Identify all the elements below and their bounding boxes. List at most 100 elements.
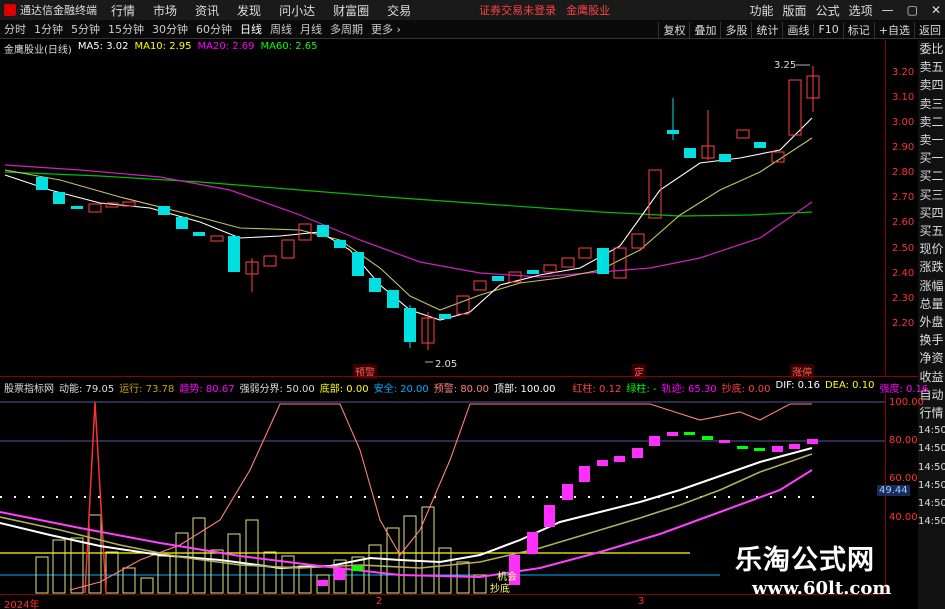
panel-item[interactable]: 卖四 <box>918 76 945 94</box>
candle <box>176 217 188 229</box>
panel-item[interactable]: 卖三 <box>918 95 945 113</box>
more-button[interactable]: 更多 › <box>371 21 401 37</box>
ma-legend: 金鹰股业(日线) MA5: 3.02 MA10: 2.95 MA20: 2.69… <box>4 41 318 56</box>
panel-item[interactable]: 委比 <box>918 40 945 58</box>
indicator-value: 顶部: 100.00 <box>493 384 556 395</box>
candle <box>387 290 399 308</box>
candle <box>667 130 679 134</box>
candle <box>736 129 750 139</box>
indicator-tick: 80.00 <box>889 435 918 446</box>
candle <box>597 248 609 274</box>
menu-quotes[interactable]: 行情 <box>111 2 135 19</box>
tab-30min[interactable]: 30分钟 <box>152 21 188 37</box>
current-value-tag: 49.44 <box>877 485 910 496</box>
panel-item[interactable]: 换手 <box>918 331 945 349</box>
multi-stock-button[interactable]: 多股 <box>720 21 751 38</box>
tab-5min[interactable]: 5分钟 <box>71 21 100 37</box>
menu-options[interactable]: 选项 <box>849 2 873 19</box>
menu-news[interactable]: 资讯 <box>195 2 219 19</box>
panel-item[interactable]: 买五 <box>918 222 945 240</box>
draw-line-button[interactable]: 画线 <box>782 21 813 38</box>
tab-weekly[interactable]: 周线 <box>270 21 292 37</box>
panel-item[interactable]: 买一 <box>918 149 945 167</box>
panel-item[interactable]: 现价 <box>918 240 945 258</box>
app-logo-icon <box>4 4 16 16</box>
indicator-axis: 100.00 80.00 60.00 40.00 49.44 <box>877 394 924 594</box>
maximize-button[interactable]: ▢ <box>907 3 918 17</box>
adjust-button[interactable]: 复权 <box>658 21 689 38</box>
f10-button[interactable]: F10 <box>813 23 842 36</box>
candle <box>456 295 470 315</box>
candle <box>439 314 451 319</box>
tab-daily[interactable]: 日线 <box>240 21 262 37</box>
panel-time: 14:50 <box>918 479 945 491</box>
tab-multi-period[interactable]: 多周期 <box>330 21 363 37</box>
panel-item[interactable]: 涨幅 <box>918 277 945 295</box>
panel-time: 14:50 <box>918 443 945 455</box>
ma10-line <box>4 137 813 311</box>
login-alert[interactable]: 证券交易未登录 <box>479 2 556 18</box>
panel-item[interactable]: 净资 <box>918 349 945 367</box>
low-annotation: 2.05 <box>435 359 457 370</box>
price-tick: 3.20 <box>892 67 915 78</box>
menu-wealth[interactable]: 财富圈 <box>333 2 369 19</box>
candle <box>210 235 224 242</box>
candlestick-chart[interactable]: 3.25 2.05 <box>0 55 885 375</box>
candle <box>473 280 487 291</box>
watermark-url: www.60lt.com <box>752 578 892 599</box>
panel-item[interactable]: 总量 <box>918 295 945 313</box>
indicator-value: 强度: 0.16 <box>879 384 929 395</box>
panel-item[interactable]: 卖五 <box>918 58 945 76</box>
panel-item[interactable]: 买四 <box>918 204 945 222</box>
menu-discover[interactable]: 发现 <box>237 2 261 19</box>
stats-button[interactable]: 统计 <box>751 21 782 38</box>
close-button[interactable]: ✕ <box>931 3 941 17</box>
candle <box>158 206 170 215</box>
tab-1min[interactable]: 1分钟 <box>34 21 63 37</box>
indicator-value: 抄底: 0.00 <box>721 384 771 395</box>
back-button[interactable]: 返回 <box>914 21 945 38</box>
tab-15min[interactable]: 15分钟 <box>108 21 144 37</box>
panel-item[interactable]: 卖二 <box>918 113 945 131</box>
ma10-label: MA10: 2.95 <box>134 41 192 52</box>
panel-item[interactable]: 涨跌 <box>918 258 945 276</box>
spike-line <box>84 401 107 594</box>
price-axis: 3.20 3.10 3.00 2.90 2.80 2.70 2.60 2.50 … <box>885 40 918 375</box>
overlay-button[interactable]: 叠加 <box>689 21 720 38</box>
minimize-button[interactable]: — <box>882 3 894 17</box>
panel-item[interactable]: 买二 <box>918 167 945 185</box>
candle <box>613 247 627 279</box>
candle <box>578 247 592 259</box>
date-tick: 2024年 <box>4 600 40 609</box>
date-tick: 2 <box>376 596 383 607</box>
price-tick: 3.10 <box>892 92 915 103</box>
price-tick: 2.40 <box>892 268 915 279</box>
menu-ask[interactable]: 问小达 <box>279 2 315 19</box>
ma20-line <box>4 164 813 278</box>
menu-market[interactable]: 市场 <box>153 2 177 19</box>
indicator-name[interactable]: 股票指标网 <box>4 380 54 395</box>
price-tick: 2.20 <box>892 318 915 329</box>
ma60-label: MA60: 2.65 <box>260 41 318 52</box>
date-tick: 3 <box>638 596 645 607</box>
mark-button[interactable]: 标记 <box>842 21 874 38</box>
menu-formula[interactable]: 公式 <box>816 2 840 19</box>
menu-layout[interactable]: 版面 <box>783 2 807 19</box>
title-bar: 通达信金融终端 行情 市场 资讯 发现 问小达 财富圈 交易 证券交易未登录 金… <box>0 0 945 20</box>
panel-item[interactable]: 外盘 <box>918 313 945 331</box>
price-tick: 2.90 <box>892 142 915 153</box>
panel-item[interactable]: 卖一 <box>918 131 945 149</box>
tab-60min[interactable]: 60分钟 <box>196 21 232 37</box>
indicator-value: 动能: 79.05 <box>59 384 115 395</box>
candle <box>334 240 346 248</box>
add-watchlist-button[interactable]: +自选 <box>873 21 914 38</box>
price-tick: 2.50 <box>892 243 915 254</box>
panel-item[interactable]: 买三 <box>918 186 945 204</box>
indicator-value: 运行: 73.78 <box>119 384 175 395</box>
ma5-label: MA5: 3.02 <box>77 41 129 52</box>
tab-timeshare[interactable]: 分时 <box>4 21 26 37</box>
menu-trade[interactable]: 交易 <box>387 2 411 19</box>
tab-monthly[interactable]: 月线 <box>300 21 322 37</box>
menu-function[interactable]: 功能 <box>750 2 774 19</box>
candles <box>36 66 820 350</box>
